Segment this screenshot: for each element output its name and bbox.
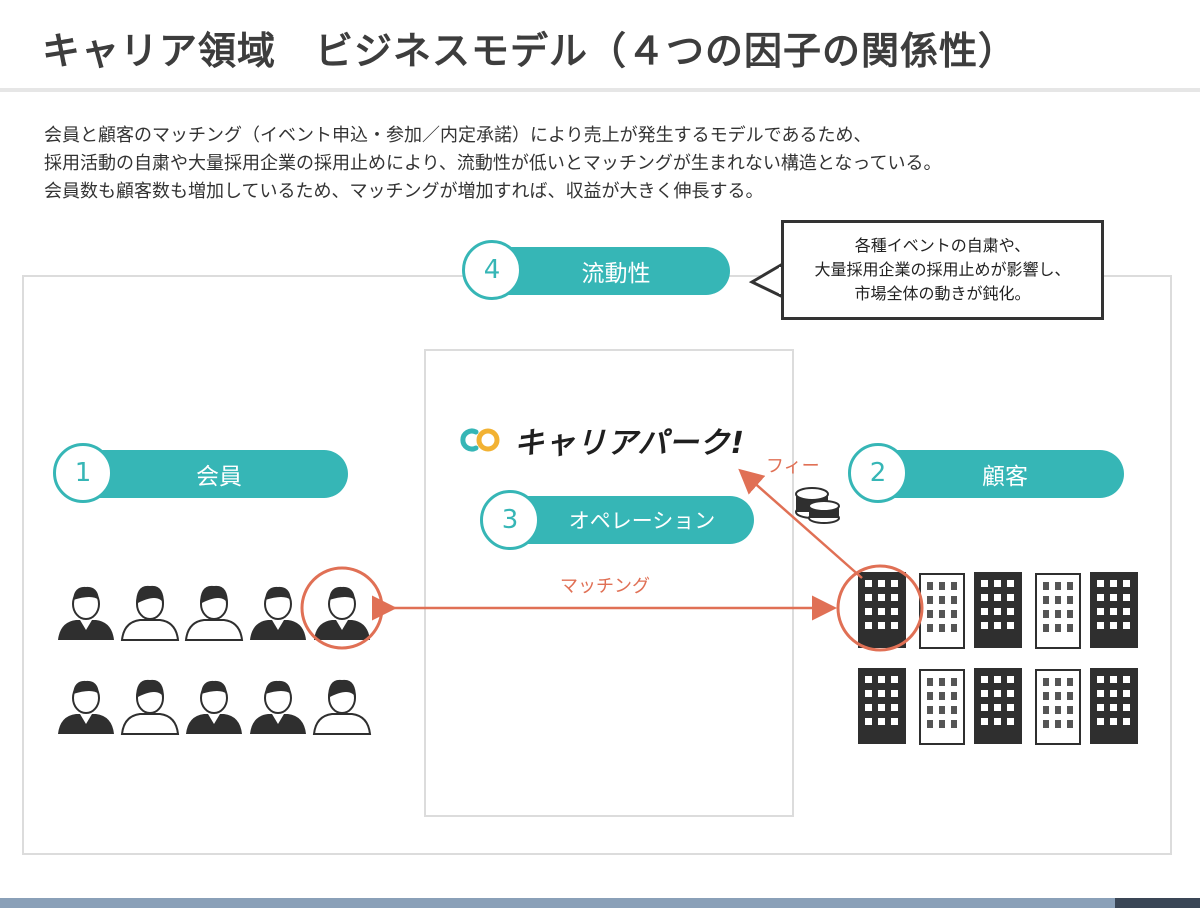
diagram-graphics [57,468,1138,745]
customer-building-icon [1090,572,1138,648]
member-person-icon [313,678,371,735]
member-person-icon [249,585,307,641]
member-person-icon [121,678,179,735]
coin-stack-icon [795,487,840,524]
customer-building-icon [919,669,965,745]
customer-building-icon [919,573,965,649]
member-person-icon [57,679,115,735]
member-person-icon [57,585,115,641]
customer-building-icon [1090,668,1138,744]
member-person-icon [185,679,243,735]
member-person-icon [121,584,179,641]
customer-building-icon [858,668,906,744]
customer-building-icon [1035,669,1081,745]
customer-building-icon [974,668,1022,744]
fee-arrow [738,468,863,579]
customer-building-icon [974,572,1022,648]
customer-building-icon [858,572,906,648]
footer-accent [1115,898,1200,908]
member-person-icon [185,584,243,641]
member-person-icon [249,679,307,735]
member-person-icon [313,585,371,641]
footer-bar [0,898,1200,908]
customer-building-icon [1035,573,1081,649]
